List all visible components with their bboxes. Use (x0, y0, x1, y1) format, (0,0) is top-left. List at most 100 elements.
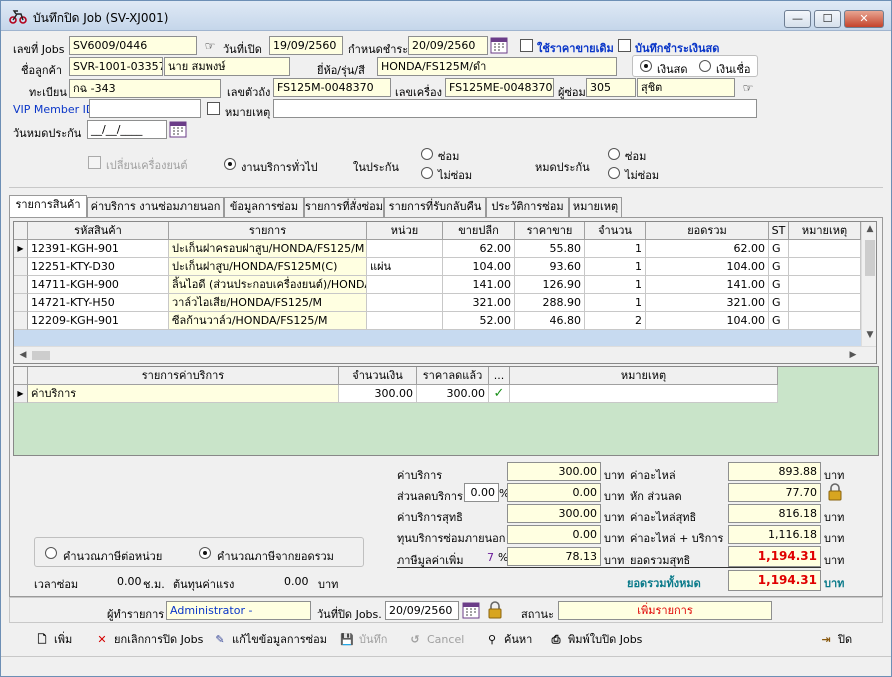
item-qty-cell[interactable]: 2 (585, 312, 646, 330)
service-amount-cell[interactable]: 300.00 (339, 385, 417, 403)
item-note-cell[interactable] (789, 240, 861, 258)
col-header-qty[interactable]: จำนวน (585, 222, 646, 240)
item-st-cell[interactable]: G (769, 312, 789, 330)
customer-name-field[interactable]: นาย สมพงษ์ (164, 57, 290, 76)
note-field[interactable] (273, 99, 757, 118)
credit-radio[interactable] (699, 60, 711, 72)
item-unit-cell[interactable] (367, 294, 443, 312)
item-code-cell[interactable]: 12251-KTY-D30 (28, 258, 169, 276)
items-vscrollbar[interactable]: ▲ ▼ (861, 222, 876, 346)
open-date-field[interactable]: 19/09/2560 (269, 36, 343, 55)
scroll-right-icon[interactable]: ▶ (846, 350, 860, 360)
print-button[interactable]: ⎙ พิมพ์ใบปิด Jobs (547, 630, 643, 650)
title-bar[interactable]: บันทึกปิด Job (SV-XJ001) — ☐ ✕ (1, 1, 891, 31)
item-code-cell[interactable]: 14721-KTY-H50 (28, 294, 169, 312)
change-engine-checkbox[interactable] (88, 156, 101, 169)
tab-repair-history[interactable]: ประวัติการซ่อม (486, 197, 569, 217)
maximize-button[interactable]: ☐ (814, 10, 841, 28)
vip-member-field[interactable] (89, 99, 201, 118)
out-warranty-no-repair-radio[interactable] (608, 167, 620, 179)
item-qty-cell[interactable]: 1 (585, 258, 646, 276)
out-warranty-repair-radio[interactable] (608, 148, 620, 160)
checkmark-icon[interactable]: ✓ (489, 385, 510, 403)
tab-repair-info[interactable]: ข้อมูลการซ่อม (224, 197, 304, 217)
service-name-cell[interactable]: ค่าบริการ (28, 385, 339, 403)
tab-notes[interactable]: หมายเหตุ (569, 197, 622, 217)
item-price-cell[interactable]: 288.90 (515, 294, 585, 312)
row-pointer-icon[interactable]: ▶ (14, 240, 28, 258)
item-desc-cell[interactable]: ซีลก้านวาล์ว/HONDA/FS125/M (169, 312, 367, 330)
items-grid[interactable]: รหัสสินค้า รายการ หน่วย ขายปลีก ราคาขาย … (13, 221, 877, 364)
item-price-cell[interactable]: 55.80 (515, 240, 585, 258)
service-grid[interactable]: รายการค่าบริการ จำนวนเงิน ราคาลดแล้ว ...… (13, 366, 879, 456)
lookup-icon[interactable]: ☞ (201, 37, 219, 55)
search-button[interactable]: ⚲ ค้นหา (483, 630, 532, 650)
col-header-retail[interactable]: ขายปลีก (443, 222, 515, 240)
items-hscrollbar[interactable]: ◀ ▶ (14, 346, 876, 363)
job-no-field[interactable]: SV6009/0446 (69, 36, 197, 55)
item-retail-cell[interactable]: 321.00 (443, 294, 515, 312)
item-retail-cell[interactable]: 141.00 (443, 276, 515, 294)
service-discounted-cell[interactable]: 300.00 (417, 385, 489, 403)
col-header-unit[interactable]: หน่วย (367, 222, 443, 240)
record-cash-checkbox[interactable] (618, 39, 631, 52)
col-header-note[interactable]: หมายเหตุ (789, 222, 861, 240)
scroll-down-icon[interactable]: ▼ (863, 330, 876, 340)
item-price-cell[interactable]: 126.90 (515, 276, 585, 294)
item-unit-cell[interactable]: แผ่น (367, 258, 443, 276)
col-header-service-note[interactable]: หมายเหตุ (510, 367, 778, 385)
add-button[interactable]: 🗋 เพิ่ม (33, 630, 73, 650)
col-header-st[interactable]: ST (769, 222, 789, 240)
close-date-field[interactable]: 20/09/2560 (385, 601, 459, 620)
customer-code-field[interactable]: SVR-1001-03357 (69, 57, 163, 76)
item-code-cell[interactable]: 12391-KGH-901 (28, 240, 169, 258)
item-desc-cell[interactable]: วาล์วไอเสีย/HONDA/FS125/M (169, 294, 367, 312)
scroll-left-icon[interactable]: ◀ (16, 350, 30, 360)
mechanic-code-field[interactable]: 305 (586, 78, 636, 97)
edit-repair-button[interactable]: ✎ แก้ไขข้อมูลการซ่อม (211, 630, 327, 650)
col-header-service[interactable]: รายการค่าบริการ (28, 367, 339, 385)
tax-per-unit-radio[interactable] (45, 547, 57, 559)
row-indicator[interactable] (14, 258, 28, 276)
minimize-button[interactable]: — (784, 10, 811, 28)
row-indicator[interactable] (14, 276, 28, 294)
col-header-discounted[interactable]: ราคาลดแล้ว (417, 367, 489, 385)
row-indicator[interactable] (14, 294, 28, 312)
hscroll-thumb[interactable] (32, 351, 50, 360)
item-note-cell[interactable] (789, 294, 861, 312)
row-indicator[interactable] (14, 312, 28, 330)
close-button[interactable]: ⇥ ปิด (817, 630, 852, 650)
item-price-cell[interactable]: 93.60 (515, 258, 585, 276)
item-desc-cell[interactable]: ลิ้นไอดี (ส่วนประกอบเครื่องยนต์)/HONDA (169, 276, 367, 294)
in-warranty-repair-radio[interactable] (421, 148, 433, 160)
tab-returned-items[interactable]: รายการที่รับกลับคืน (384, 197, 486, 217)
mechanic-name-field[interactable]: สุชิต (637, 78, 735, 97)
item-total-cell[interactable]: 321.00 (646, 294, 769, 312)
engine-field[interactable]: FS125ME-0048370 (445, 78, 554, 97)
service-note-cell[interactable] (510, 385, 778, 403)
item-retail-cell[interactable]: 104.00 (443, 258, 515, 276)
item-code-cell[interactable]: 14711-KGH-900 (28, 276, 169, 294)
item-unit-cell[interactable] (367, 240, 443, 258)
mechanic-lookup-icon[interactable]: ☞ (739, 79, 757, 97)
col-header-code[interactable]: รหัสสินค้า (28, 222, 169, 240)
chassis-field[interactable]: FS125M-0048370 (273, 78, 391, 97)
close-date-calendar-icon[interactable] (462, 601, 480, 619)
save-button[interactable]: 💾 บันทึก (338, 630, 387, 650)
tab-service-outsource[interactable]: ค่าบริการ งานซ่อมภายนอก (87, 197, 224, 217)
plate-field[interactable]: กฉ -343 (69, 79, 221, 98)
item-st-cell[interactable]: G (769, 258, 789, 276)
item-price-cell[interactable]: 46.80 (515, 312, 585, 330)
due-date-field[interactable]: 20/09/2560 (408, 36, 488, 55)
item-unit-cell[interactable] (367, 276, 443, 294)
item-total-cell[interactable]: 62.00 (646, 240, 769, 258)
item-note-cell[interactable] (789, 258, 861, 276)
tab-ordered-repairs[interactable]: รายการที่สั่งซ่อม (304, 197, 384, 217)
tab-items[interactable]: รายการสินค้า (9, 195, 87, 218)
scroll-up-icon[interactable]: ▲ (863, 224, 876, 234)
note-checkbox[interactable] (207, 102, 220, 115)
discount-pct-field[interactable]: 0.00 (464, 483, 499, 502)
warranty-exp-field[interactable]: __/__/____ (87, 120, 167, 139)
item-retail-cell[interactable]: 52.00 (443, 312, 515, 330)
item-note-cell[interactable] (789, 312, 861, 330)
